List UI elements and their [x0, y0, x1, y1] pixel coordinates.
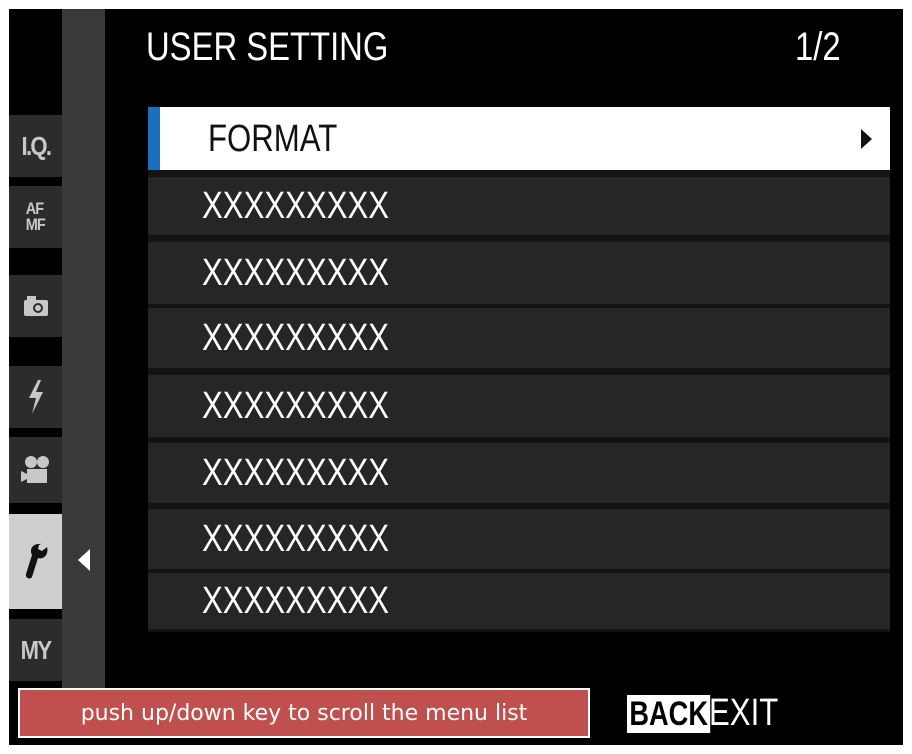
list-item[interactable]: XXXXXXXXX — [148, 308, 890, 368]
list-item[interactable]: XXXXXXXXX — [148, 242, 890, 304]
menu-item-label: XXXXXXXXX — [202, 385, 390, 427]
list-item[interactable]: XXXXXXXXX — [148, 443, 890, 503]
menu-item-format[interactable]: FORMAT — [148, 107, 890, 170]
camera-menu-screen: I.Q. AF MF MY USER SETTING 1/2 FORMAT XX… — [9, 9, 903, 745]
menu-tab-column: I.Q. AF MF MY — [9, 9, 62, 689]
list-item[interactable]: XXXXXXXXX — [148, 573, 890, 629]
menu-list: FORMAT XXXXXXXXX XXXXXXXXX XXXXXXXXX XXX… — [148, 107, 890, 632]
back-button[interactable]: BACK — [627, 695, 711, 733]
page-indicator: 1/2 — [795, 25, 841, 69]
tab-rail — [62, 9, 105, 689]
tab-af-mf-label: AF MF — [25, 199, 46, 234]
tab-movie[interactable] — [9, 437, 62, 503]
wrench-icon — [23, 542, 49, 582]
menu-item-label: FORMAT — [208, 117, 338, 160]
camera-icon — [23, 295, 49, 317]
list-item[interactable]: XXXXXXXXX — [148, 375, 890, 437]
menu-item-label: XXXXXXXXX — [202, 580, 390, 622]
menu-item-label: XXXXXXXXX — [202, 452, 390, 494]
menu-item-label: XXXXXXXXX — [202, 252, 390, 294]
tab-af-mf[interactable]: AF MF — [9, 186, 62, 248]
menu-item-label: XXXXXXXXX — [202, 518, 390, 560]
tab-my-menu-label: MY — [20, 634, 52, 665]
scroll-hint-callout: push up/down key to scroll the menu list — [18, 688, 590, 738]
tab-image-quality[interactable]: I.Q. — [9, 115, 62, 177]
menu-item-label: XXXXXXXXX — [202, 185, 390, 227]
selection-indicator — [148, 107, 160, 170]
tab-setup[interactable] — [9, 514, 62, 609]
tab-image-quality-label: I.Q. — [21, 130, 52, 161]
list-item[interactable]: XXXXXXXXX — [148, 509, 890, 569]
list-item[interactable]: XXXXXXXXX — [148, 177, 890, 235]
menu-item-label: XXXXXXXXX — [202, 317, 390, 359]
flash-icon — [27, 380, 45, 414]
tab-shooting[interactable] — [9, 275, 62, 337]
tab-my-menu[interactable]: MY — [9, 619, 62, 681]
page-title: USER SETTING — [146, 25, 389, 69]
movie-camera-icon — [20, 455, 51, 485]
triangle-left-icon — [78, 549, 90, 571]
exit-label: EXIT — [709, 692, 779, 734]
chevron-right-icon — [861, 128, 872, 149]
tab-flash[interactable] — [9, 366, 62, 428]
